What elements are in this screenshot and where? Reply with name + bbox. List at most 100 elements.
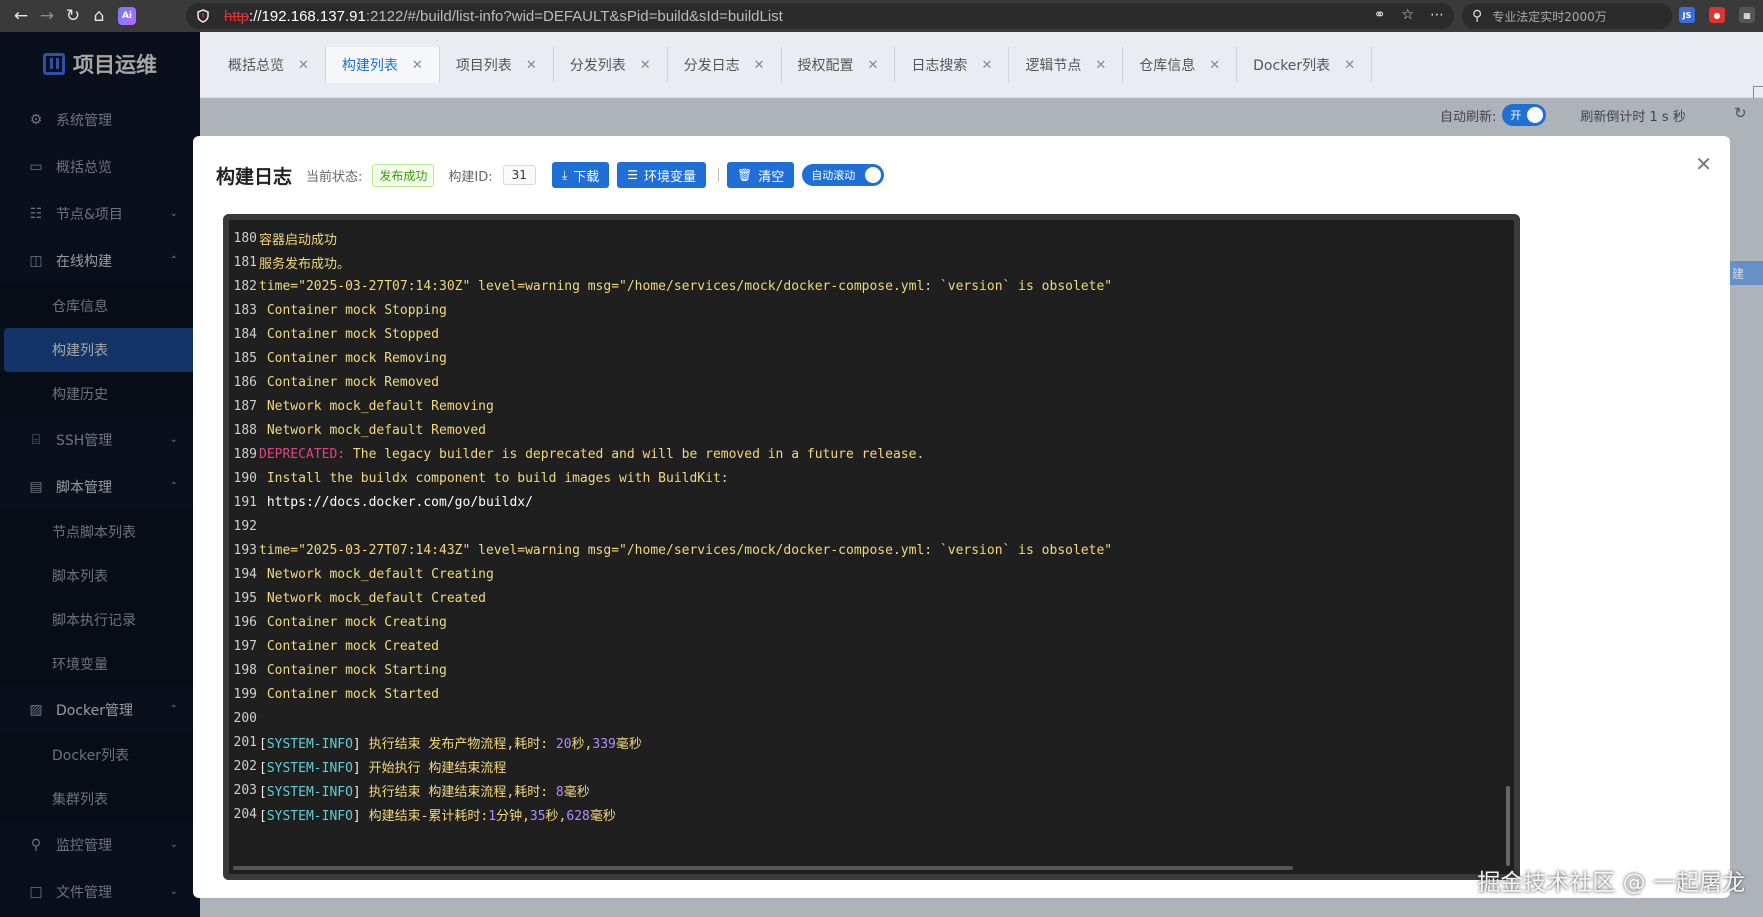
log-line: 193 time="2025-03-27T07:14:43Z" level=war…: [231, 538, 1520, 562]
log-line: 198 Container mock Starting: [231, 658, 1520, 682]
auto-scroll-label: 自动滚动: [811, 169, 856, 182]
key-icon[interactable]: ⚭: [1374, 7, 1386, 23]
close-icon[interactable]: ✕: [412, 58, 423, 73]
tab-build-list[interactable]: 构建列表 ✕: [325, 47, 440, 83]
tab-log-search[interactable]: 日志搜索 ✕: [895, 47, 1010, 83]
auto-refresh-label: 自动刷新:: [1440, 109, 1497, 125]
log-line: 185 Container mock Removing: [231, 346, 1520, 370]
close-icon[interactable]: ✕: [1695, 152, 1712, 176]
tab-label: 构建列表: [341, 58, 398, 74]
reload-icon[interactable]: ↻: [60, 3, 86, 29]
log-text: Container mock Creating: [259, 614, 447, 630]
js-extension-icon[interactable]: JS: [1679, 7, 1695, 23]
line-number: 186: [233, 374, 257, 390]
log-unit: 毫秒: [563, 784, 590, 800]
modal-title: 构建日志: [216, 165, 293, 188]
log-message: 开始执行 构建结束流程: [368, 760, 507, 776]
line-number: 184: [233, 326, 257, 342]
refresh-icon[interactable]: ↻: [1734, 104, 1747, 122]
divider: [718, 168, 720, 182]
line-number: 203: [233, 782, 257, 798]
forward-arrow-icon[interactable]: →: [34, 3, 60, 29]
tab-label: 授权配置: [797, 58, 854, 74]
line-number: 181: [233, 254, 257, 270]
log-text: [SYSTEM-INFO] 执行结束 构建结束流程,耗时: 8毫秒: [259, 781, 590, 800]
build-id-badge: 31: [502, 165, 536, 185]
close-icon[interactable]: ✕: [640, 58, 651, 73]
back-arrow-icon[interactable]: ←: [8, 3, 34, 29]
log-line: 184 Container mock Stopped: [231, 322, 1520, 346]
close-icon[interactable]: ✕: [1095, 58, 1106, 73]
close-icon[interactable]: ✕: [981, 58, 992, 73]
tab-logic-nodes[interactable]: 逻辑节点 ✕: [1009, 47, 1124, 83]
vertical-scrollbar[interactable]: [1506, 786, 1510, 866]
log-line: 204 [SYSTEM-INFO] 构建结束-累计耗时:1分钟,35秒,628毫秒: [231, 802, 1520, 826]
log-text: Network mock_default Removing: [259, 398, 494, 414]
log-unit: 分钟,: [496, 808, 530, 824]
trash-icon: 🗑: [737, 168, 753, 182]
more-icon[interactable]: ⋯: [1430, 7, 1444, 23]
log-unit: 秒,: [571, 736, 593, 752]
line-number: 192: [233, 518, 257, 534]
browser-search-box[interactable]: ⚲ 专业法定实时2000万: [1462, 3, 1672, 29]
background-button: 建: [1728, 261, 1763, 285]
log-text: Install the buildx component to build im…: [259, 470, 729, 486]
close-icon[interactable]: ✕: [298, 58, 309, 73]
tab-label: 仓库信息: [1139, 58, 1196, 74]
line-number: 202: [233, 758, 257, 774]
env-vars-label: 环境变量: [644, 169, 697, 185]
log-console[interactable]: 180 容器启动成功 181 服务发布成功。 182 time="2025-03-27T0…: [223, 214, 1520, 880]
address-bar[interactable]: http://192.168.137.91:2122/#/build/list-…: [186, 3, 1454, 29]
download-label: 下载: [573, 169, 600, 185]
tab-label: 分发日志: [683, 58, 740, 74]
line-number: 195: [233, 590, 257, 606]
log-text: time="2025-03-27T07:14:30Z" level=warnin…: [259, 278, 1113, 294]
system-info-tag: SYSTEM-INFO: [266, 784, 353, 800]
line-number: 189: [233, 446, 257, 462]
log-line: 199 Container mock Started: [231, 682, 1520, 706]
tab-docker-list[interactable]: Docker列表 ✕: [1237, 47, 1373, 83]
tab-dispatch-list[interactable]: 分发列表 ✕: [553, 47, 668, 83]
line-number: 191: [233, 494, 257, 510]
tab-dispatch-log[interactable]: 分发日志 ✕: [667, 47, 782, 83]
close-icon[interactable]: ✕: [754, 58, 765, 73]
download-button[interactable]: ⤓ 下载: [551, 162, 610, 188]
bracket: [: [259, 784, 267, 800]
log-message: 构建结束-累计耗时:: [368, 808, 489, 824]
log-line: 202 [SYSTEM-INFO] 开始执行 构建结束流程: [231, 754, 1520, 778]
red-extension-icon[interactable]: ●: [1709, 7, 1725, 23]
log-line: 190 Install the buildx component to buil…: [231, 466, 1520, 490]
grid-extension-icon[interactable]: ▦: [1739, 7, 1755, 23]
line-number: 199: [233, 686, 257, 702]
home-icon[interactable]: ⌂: [86, 3, 112, 29]
close-icon[interactable]: ✕: [868, 58, 879, 73]
tab-project-list[interactable]: 项目列表 ✕: [439, 47, 554, 83]
clear-button[interactable]: 🗑 清空: [727, 162, 795, 188]
watermark: 掘金技术社区 @ 一起屠龙: [1477, 870, 1745, 896]
sidebar-backdrop[interactable]: [0, 32, 200, 917]
ai-extension-icon[interactable]: Ai: [118, 7, 136, 25]
log-text: Container mock Stopping: [259, 302, 447, 318]
tab-repo-info[interactable]: 仓库信息 ✕: [1123, 47, 1238, 83]
log-text: DEPRECATED: The legacy builder is deprec…: [259, 447, 924, 462]
tab-label: 概括总览: [228, 58, 284, 74]
log-line: 186 Container mock Removed: [231, 370, 1520, 394]
line-number: 188: [233, 422, 257, 438]
horizontal-scrollbar[interactable]: [233, 866, 1293, 870]
line-number: 196: [233, 614, 257, 630]
log-text: 容器启动成功: [259, 232, 338, 248]
log-text: [SYSTEM-INFO] 开始执行 构建结束流程: [259, 757, 506, 776]
env-vars-button[interactable]: ☰ 环境变量: [617, 162, 707, 188]
tab-auth-config[interactable]: 授权配置 ✕: [781, 47, 896, 83]
star-icon[interactable]: ☆: [1401, 7, 1414, 23]
close-icon[interactable]: ✕: [1209, 58, 1220, 73]
line-number: 183: [233, 302, 257, 318]
tab-overview[interactable]: 概括总览 ✕: [212, 47, 326, 83]
url-host: ://192.168.137.91: [249, 7, 366, 25]
log-line: 197 Container mock Created: [231, 634, 1520, 658]
close-icon[interactable]: ✕: [1344, 58, 1355, 73]
auto-refresh-toggle[interactable]: 开: [1502, 104, 1547, 126]
system-info-tag: SYSTEM-INFO: [266, 736, 353, 752]
auto-scroll-toggle[interactable]: 自动滚动: [802, 164, 885, 186]
close-icon[interactable]: ✕: [526, 58, 537, 73]
